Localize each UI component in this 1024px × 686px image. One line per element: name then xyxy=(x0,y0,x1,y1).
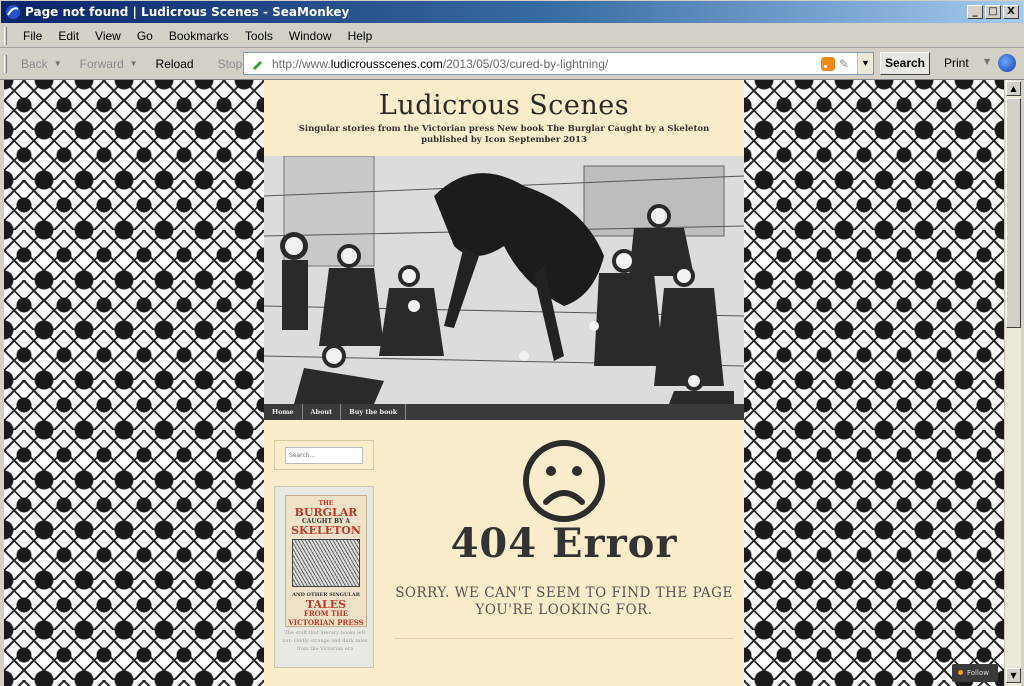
url-text[interactable]: http://www.ludicrousscenes.com/2013/05/0… xyxy=(272,57,821,71)
forward-button[interactable]: Forward ▼ xyxy=(74,57,150,71)
sad-face-icon xyxy=(523,440,605,522)
book-caption: The stuff that literary books left out: … xyxy=(282,630,368,652)
nav-link-buy-the-book[interactable]: Buy the book xyxy=(341,404,407,420)
url-history-dropdown-icon[interactable]: ▼ xyxy=(857,53,873,74)
header-illustration[interactable] xyxy=(264,156,744,404)
forward-label: Forward xyxy=(79,56,124,71)
maximize-button[interactable]: □ xyxy=(985,5,1001,19)
toolbar-grip[interactable] xyxy=(4,54,7,73)
paperclip-icon[interactable]: ✎ xyxy=(839,57,853,71)
content-divider xyxy=(394,638,734,639)
menu-bookmarks[interactable]: Bookmarks xyxy=(161,29,237,43)
reload-button[interactable]: Reload xyxy=(150,57,200,71)
print-dropdown-icon[interactable]: ▼ xyxy=(984,57,990,66)
blog-description: Singular stories from the Victorian pres… xyxy=(298,124,710,145)
window-titlebar: Page not found | Ludicrous Scenes - SeaM… xyxy=(0,0,1024,24)
sidebar-book-widget: THE BURGLAR CAUGHT BY A SKELETON AND OTH… xyxy=(274,486,374,668)
blog-title[interactable]: Ludicrous Scenes xyxy=(264,80,744,121)
victorian-engraving-image xyxy=(264,156,744,404)
throbber-icon[interactable] xyxy=(998,54,1016,72)
blog-column: Ludicrous Scenes Singular stories from t… xyxy=(264,80,744,686)
cover-illustration xyxy=(292,539,360,587)
toolbar-grip[interactable] xyxy=(4,26,7,45)
cover-line: TALES xyxy=(305,598,347,611)
book-cover-image[interactable]: THE BURGLAR CAUGHT BY A SKELETON AND OTH… xyxy=(285,495,367,627)
error-heading: 404 Error xyxy=(450,520,678,567)
cover-line: BURGLAR xyxy=(294,506,358,519)
menu-file[interactable]: File xyxy=(15,29,50,43)
seamonkey-logo-icon xyxy=(6,5,20,19)
back-button[interactable]: Back ▼ xyxy=(15,57,74,71)
menu-bar: File Edit View Go Bookmarks Tools Window… xyxy=(0,24,1024,48)
site-identity-icon[interactable] xyxy=(250,57,264,71)
error-message: SORRY. WE CAN'T SEEM TO FIND THE PAGE YO… xyxy=(395,585,733,618)
cover-line: VICTORIAN PRESS xyxy=(288,618,364,627)
back-dropdown-icon[interactable]: ▼ xyxy=(54,59,62,68)
navigation-toolbar: Back ▼ Forward ▼ Reload Stop http://www.lu… xyxy=(0,48,1024,80)
menu-window[interactable]: Window xyxy=(281,29,340,43)
scroll-down-arrow-icon[interactable]: ▼ xyxy=(1006,668,1021,683)
menu-view[interactable]: View xyxy=(87,29,129,43)
blog-nav-bar: Home About Buy the book xyxy=(264,404,744,420)
forward-dropdown-icon[interactable]: ▼ xyxy=(130,59,138,68)
menu-edit[interactable]: Edit xyxy=(50,29,87,43)
rss-feed-icon[interactable] xyxy=(821,56,835,71)
url-domain: ludicrousscenes.com xyxy=(330,56,443,71)
url-bar[interactable]: http://www.ludicrousscenes.com/2013/05/0… xyxy=(243,52,874,75)
page-viewport: Ludicrous Scenes Singular stories from t… xyxy=(4,80,1004,686)
vertical-scrollbar[interactable]: ▲ ▼ xyxy=(1004,80,1021,686)
nav-link-about[interactable]: About xyxy=(303,404,342,420)
window-title: Page not found | Ludicrous Scenes - SeaM… xyxy=(25,5,350,19)
menu-go[interactable]: Go xyxy=(129,29,161,43)
scroll-up-arrow-icon[interactable]: ▲ xyxy=(1006,81,1021,96)
minimize-button[interactable]: _ xyxy=(967,5,983,19)
menu-help[interactable]: Help xyxy=(340,29,381,43)
scrollbar-thumb[interactable] xyxy=(1006,98,1021,328)
print-button[interactable]: Print xyxy=(944,56,969,70)
sidebar-search-widget xyxy=(274,440,374,470)
follow-button[interactable]: Follow xyxy=(952,664,998,682)
nav-link-home[interactable]: Home xyxy=(264,404,303,420)
close-button[interactable]: X xyxy=(1003,5,1019,19)
url-prefix: http://www. xyxy=(272,56,331,71)
menu-tools[interactable]: Tools xyxy=(237,29,281,43)
search-input[interactable] xyxy=(285,447,363,464)
url-path: /2013/05/03/cured-by-lightning/ xyxy=(442,56,609,71)
cover-line: FROM THE xyxy=(303,609,349,618)
cover-line: SKELETON xyxy=(291,524,361,537)
back-label: Back xyxy=(21,56,48,71)
search-button[interactable]: Search xyxy=(880,52,930,75)
